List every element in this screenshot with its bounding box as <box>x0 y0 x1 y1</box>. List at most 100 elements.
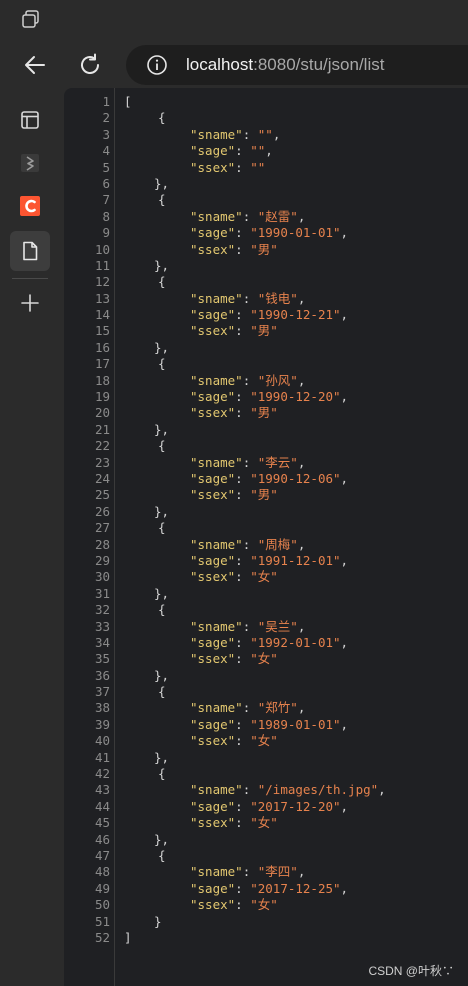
colon: : <box>235 716 251 732</box>
line-number: 14 <box>94 307 110 323</box>
line-number: 23 <box>94 454 110 470</box>
line-number: 36 <box>94 667 110 683</box>
code-line: 44 "sage": "2017-12-20", <box>64 799 468 815</box>
code-line: 15 "ssex": "男" <box>64 323 468 339</box>
line-number: 20 <box>94 405 110 421</box>
code-line: 8 "sname": "赵雷", <box>64 209 468 225</box>
line-number: 39 <box>94 716 110 732</box>
code-line: 46}, <box>64 832 468 848</box>
comma: , <box>297 864 306 880</box>
line-number: 27 <box>94 520 110 536</box>
code-line: 10 "ssex": "男" <box>64 242 468 258</box>
add-sidebar-item-button[interactable] <box>10 283 50 323</box>
json-key: "ssex" <box>190 815 236 831</box>
code-text: "ssex": "男" <box>190 323 278 339</box>
json-value: "1991-12-01" <box>250 552 341 568</box>
code-text: "sage": "2017-12-25", <box>190 881 348 897</box>
json-key: "sage" <box>190 634 236 650</box>
json-value: "男" <box>250 487 278 503</box>
comma: , <box>340 880 349 896</box>
line-number: 21 <box>94 421 110 437</box>
address-bar[interactable]: localhost:8080/stu/json/list <box>126 45 468 85</box>
url-text[interactable]: localhost:8080/stu/json/list <box>186 55 384 75</box>
json-value: "男" <box>250 405 278 421</box>
code-line: 34 "sage": "1992-01-01", <box>64 635 468 651</box>
json-value: "2017-12-20" <box>250 798 341 814</box>
code-text: "sname": "吴兰", <box>190 619 305 635</box>
json-key: "ssex" <box>190 323 236 339</box>
json-value: "周梅" <box>257 536 298 552</box>
line-number: 24 <box>94 470 110 486</box>
sidebar-item-extension[interactable] <box>10 143 50 183</box>
comma: , <box>272 126 281 142</box>
code-line: 12 { <box>64 274 468 290</box>
code-line: 47 { <box>64 848 468 864</box>
code-line: 24 "sage": "1990-12-06", <box>64 471 468 487</box>
close-brace: }, <box>154 421 170 437</box>
line-number: 6 <box>102 175 110 191</box>
code-line: 6}, <box>64 176 468 192</box>
document-icon <box>23 241 38 261</box>
json-value: "/images/th.jpg" <box>257 782 379 798</box>
colon: : <box>242 618 258 634</box>
line-number: 1 <box>102 94 110 109</box>
code-line: 31}, <box>64 586 468 602</box>
line-number: 38 <box>94 700 110 716</box>
line-number: 41 <box>94 749 110 765</box>
line-number: 45 <box>94 815 110 831</box>
json-value: "女" <box>250 897 278 913</box>
code-text: { <box>158 274 166 290</box>
code-text: [ <box>124 94 132 110</box>
code-text: }, <box>154 504 169 520</box>
line-number: 4 <box>102 143 110 159</box>
reload-button[interactable] <box>75 50 105 80</box>
line-number: 25 <box>94 487 110 503</box>
json-code: 1[2{3 "sname": "", 4 "sage": "", 5 "ssex": ""… <box>64 94 468 946</box>
code-line: 7{ <box>64 192 468 208</box>
sidebar-item-page[interactable] <box>10 231 50 271</box>
json-value: "郑竹" <box>257 700 298 716</box>
colon: : <box>235 651 251 667</box>
sidebar-item-workspaces[interactable] <box>10 100 50 140</box>
code-text: { <box>158 110 166 126</box>
code-line: 23 "sname": "李云", <box>64 455 468 471</box>
sidebar-divider <box>12 278 48 279</box>
comma: , <box>297 700 306 716</box>
json-value: "" <box>257 126 273 142</box>
comma: , <box>297 290 306 306</box>
code-text: }, <box>154 422 169 438</box>
json-value: "女" <box>250 733 278 749</box>
code-line: 39 "sage": "1989-01-01", <box>64 717 468 733</box>
code-line: 4 "sage": "", <box>64 143 468 159</box>
back-button[interactable] <box>20 50 50 80</box>
code-text: "sname": "", <box>190 127 280 143</box>
json-key: "sname" <box>190 618 243 634</box>
line-number: 34 <box>94 634 110 650</box>
code-line: 5 "ssex": "" <box>64 160 468 176</box>
close-brace: }, <box>154 749 170 765</box>
colon: : <box>235 225 251 241</box>
code-line: 37 { <box>64 684 468 700</box>
code-line: 49 "sage": "2017-12-25", <box>64 881 468 897</box>
comma: , <box>340 470 349 486</box>
line-number: 9 <box>102 225 110 241</box>
site-info-icon[interactable] <box>146 54 168 76</box>
code-line: 16}, <box>64 340 468 356</box>
comma: , <box>340 389 349 405</box>
line-number: 37 <box>94 684 110 700</box>
workspace-tabs-icon[interactable] <box>20 9 42 31</box>
line-number: 44 <box>94 798 110 814</box>
comma: , <box>297 618 306 634</box>
json-key: "sname" <box>190 372 243 388</box>
json-key: "sage" <box>190 225 236 241</box>
code-line: 35 "ssex": "女" <box>64 651 468 667</box>
title-bar <box>0 0 468 40</box>
comma: , <box>297 372 306 388</box>
code-line: 11}, <box>64 258 468 274</box>
open-brace: { <box>158 602 166 618</box>
json-key: "sage" <box>190 143 236 159</box>
sidebar-item-csdn[interactable] <box>10 186 50 226</box>
open-brace: { <box>158 684 166 700</box>
json-key: "ssex" <box>190 241 236 257</box>
code-text: "ssex": "男" <box>190 405 278 421</box>
